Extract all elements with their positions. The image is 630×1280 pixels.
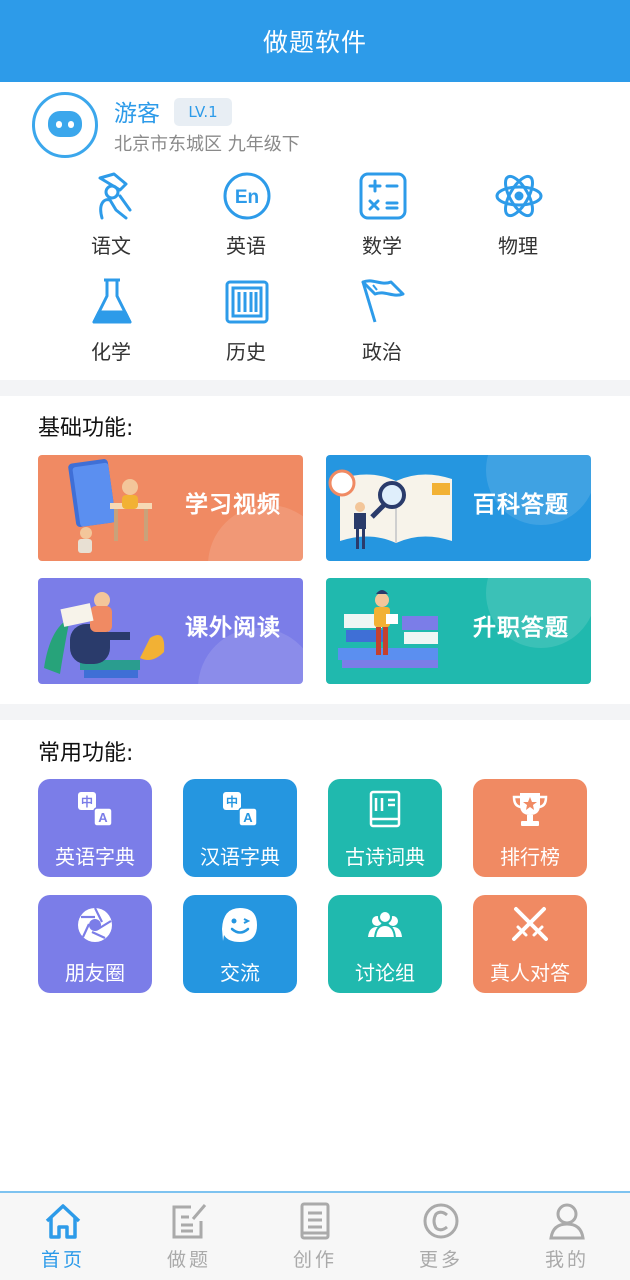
copyright-icon [423, 1203, 459, 1239]
nav-profile[interactable]: 我的 [504, 1193, 630, 1280]
tile-live-qa[interactable]: 真人对答 [473, 895, 587, 993]
chinese-icon [98, 172, 132, 220]
card-label: 学习视频 [185, 492, 281, 518]
trophy-icon [512, 793, 548, 826]
user-info[interactable]: 游客 LV.1 北京市东城区 九年级下 [0, 82, 630, 162]
subject-label: 语文 [91, 234, 131, 258]
subject-label: 政治 [362, 340, 402, 364]
swords-icon [512, 907, 548, 941]
robot-face-icon [48, 111, 82, 137]
tile-label: 古诗词典 [345, 845, 425, 869]
subject-history[interactable]: 历史 [196, 272, 296, 372]
translate-icon: 中 A [223, 792, 258, 827]
basic-section-title: 基础功能: [38, 416, 134, 441]
book-icon [369, 790, 401, 828]
svg-text:A: A [243, 810, 253, 825]
card-promotion-quiz[interactable]: 升职答题 [326, 578, 591, 684]
subject-chemistry[interactable]: 化学 [61, 272, 161, 372]
subject-label: 化学 [91, 340, 131, 364]
tile-label: 讨论组 [355, 961, 415, 985]
card-encyclopedia-quiz[interactable]: 百科答题 [326, 455, 591, 561]
reading-illustration-icon [68, 459, 152, 553]
subject-physics[interactable]: 物理 [468, 166, 568, 266]
english-icon: En [223, 172, 271, 220]
tile-label: 排行榜 [500, 845, 560, 869]
nav-more[interactable]: 更多 [378, 1193, 504, 1280]
subject-english[interactable]: En 英语 [196, 166, 296, 266]
tile-leaderboard[interactable]: 排行榜 [473, 779, 587, 877]
tile-chinese-dictionary[interactable]: 中 A 汉语字典 [183, 779, 297, 877]
subject-label: 物理 [498, 234, 538, 258]
tile-label: 英语字典 [55, 845, 135, 869]
tile-label: 汉语字典 [200, 845, 280, 869]
subject-grid: 语文 En 英语 数学 物理 化学 历史 政治 [0, 162, 630, 380]
card-study-video[interactable]: 学习视频 [38, 455, 303, 561]
nav-practice[interactable]: 做题 [126, 1193, 252, 1280]
document-icon [300, 1202, 330, 1240]
tile-chat[interactable]: 交流 [183, 895, 297, 993]
svg-text:A: A [98, 810, 108, 825]
politics-icon [361, 279, 405, 323]
nav-label: 首页 [40, 1249, 85, 1271]
top-bar: 做题软件 [0, 0, 630, 82]
nav-create[interactable]: 创作 [252, 1193, 378, 1280]
nav-label: 更多 [418, 1249, 463, 1271]
tile-label: 朋友圈 [65, 961, 125, 985]
reader-on-chair-icon [44, 592, 165, 678]
level-badge: LV.1 [174, 98, 232, 126]
tile-english-dictionary[interactable]: 中 A 英语字典 [38, 779, 152, 877]
tile-label: 交流 [220, 961, 260, 985]
chemistry-icon [92, 278, 132, 324]
chat-icon [222, 908, 257, 942]
tile-moments[interactable]: 朋友圈 [38, 895, 152, 993]
book-magnifier-icon [328, 469, 452, 549]
nav-label: 我的 [544, 1249, 589, 1271]
svg-text:En: En [235, 187, 259, 208]
translate-icon: 中 A [78, 792, 113, 827]
math-icon [359, 172, 407, 220]
nav-label: 做题 [166, 1249, 211, 1271]
subject-label: 数学 [362, 234, 402, 258]
subject-chinese[interactable]: 语文 [61, 166, 161, 266]
physics-icon [495, 174, 543, 218]
username: 游客 [114, 101, 160, 127]
card-extracurricular-reading[interactable]: 课外阅读 [38, 578, 303, 684]
divider [0, 380, 630, 396]
user-location: 北京市东城区 九年级下 [114, 134, 300, 155]
tile-label: 真人对答 [490, 961, 570, 985]
home-icon [45, 1204, 81, 1239]
subject-politics[interactable]: 政治 [332, 272, 432, 372]
bottom-nav: 首页 做题 创作 更多 我的 [0, 1191, 630, 1280]
history-icon [225, 280, 269, 324]
divider [0, 704, 630, 720]
subject-math[interactable]: 数学 [332, 166, 432, 266]
common-section-title: 常用功能: [38, 741, 134, 766]
aperture-icon [78, 907, 112, 942]
subject-label: 英语 [226, 234, 266, 258]
card-label: 百科答题 [473, 492, 569, 518]
subject-label: 历史 [226, 340, 266, 364]
nav-label: 创作 [292, 1249, 337, 1271]
page-title: 做题软件 [262, 28, 367, 57]
books-figure-icon [338, 590, 438, 668]
card-label: 升职答题 [473, 615, 569, 641]
avatar[interactable] [32, 92, 98, 158]
card-label: 课外阅读 [185, 615, 281, 641]
user-icon [549, 1203, 585, 1240]
nav-home[interactable]: 首页 [0, 1193, 126, 1280]
svg-text:中: 中 [81, 794, 93, 809]
tile-poetry-dictionary[interactable]: 古诗词典 [328, 779, 442, 877]
tile-discussion-group[interactable]: 讨论组 [328, 895, 442, 993]
svg-text:中: 中 [226, 794, 238, 809]
group-icon [368, 910, 402, 939]
edit-icon [172, 1204, 207, 1239]
